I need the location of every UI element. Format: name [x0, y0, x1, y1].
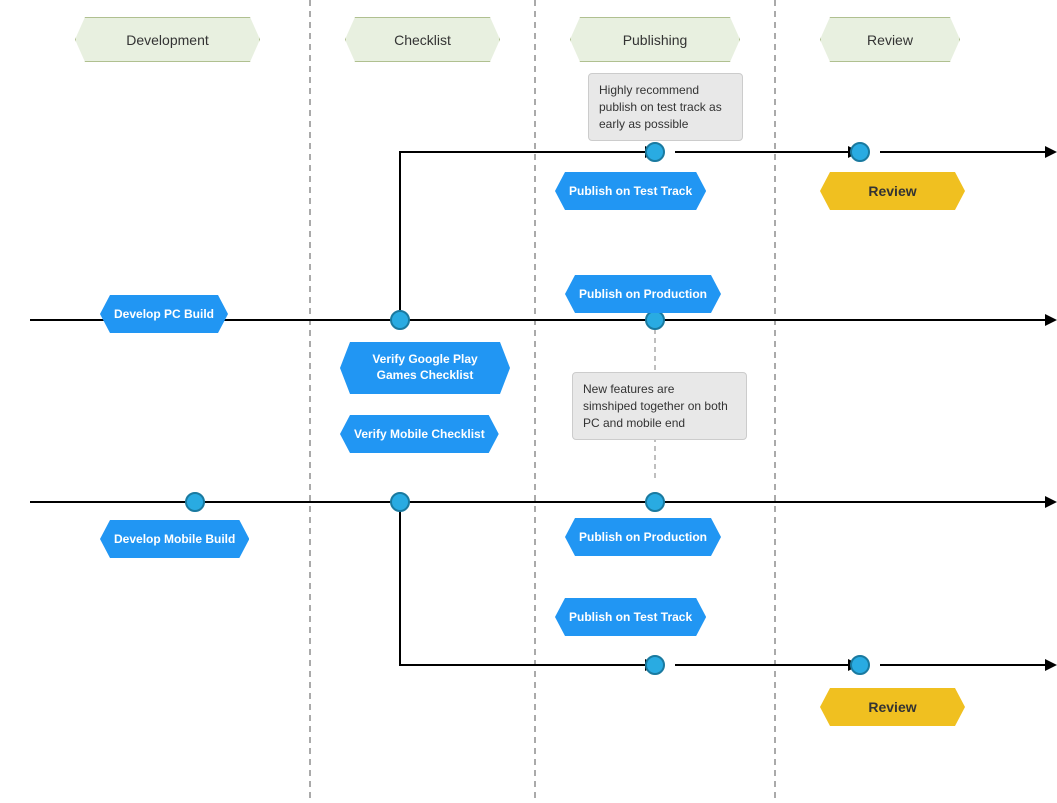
note-box-2: New features are simshiped together on b…: [572, 372, 747, 440]
node-n7: [390, 492, 410, 512]
col-header-review: Review: [820, 17, 960, 62]
develop-pc-text: Develop PC Build: [114, 307, 214, 321]
node-n4: [850, 142, 870, 162]
col-header-publishing: Publishing: [570, 17, 740, 62]
col-label-development: Development: [126, 32, 209, 48]
node-n8: [645, 492, 665, 512]
label-publish-prod-1: Publish on Production: [565, 275, 721, 313]
label-develop-mobile: Develop Mobile Build: [100, 520, 249, 558]
node-n6: [185, 492, 205, 512]
col-label-checklist: Checklist: [394, 32, 451, 48]
node-n9: [645, 655, 665, 675]
label-verify-gpg: Verify Google Play Games Checklist: [340, 342, 510, 394]
node-n2: [390, 310, 410, 330]
publish-prod-2-text: Publish on Production: [579, 530, 707, 544]
review-2-text: Review: [868, 699, 916, 715]
verify-mobile-text: Verify Mobile Checklist: [354, 427, 485, 441]
node-n3: [645, 310, 665, 330]
label-publish-test-2: Publish on Test Track: [555, 598, 706, 636]
publish-test-1-text: Publish on Test Track: [569, 184, 692, 198]
col-label-publishing: Publishing: [623, 32, 688, 48]
develop-mobile-text: Develop Mobile Build: [114, 532, 235, 546]
publish-test-2-text: Publish on Test Track: [569, 610, 692, 624]
col-header-checklist: Checklist: [345, 17, 500, 62]
label-review-2: Review: [820, 688, 965, 726]
note-text-1: Highly recommend publish on test track a…: [599, 83, 722, 131]
label-publish-test-1: Publish on Test Track: [555, 172, 706, 210]
col-header-development: Development: [75, 17, 260, 62]
verify-gpg-text: Verify Google Play Games Checklist: [372, 352, 477, 383]
label-develop-pc: Develop PC Build: [100, 295, 228, 333]
note-text-2: New features are simshiped together on b…: [583, 382, 728, 430]
review-1-text: Review: [868, 183, 916, 199]
diagram-container: Development Checklist Publishing Review …: [0, 0, 1057, 803]
label-publish-prod-2: Publish on Production: [565, 518, 721, 556]
col-label-review: Review: [867, 32, 913, 48]
label-verify-mobile: Verify Mobile Checklist: [340, 415, 499, 453]
node-n5: [645, 142, 665, 162]
note-box-1: Highly recommend publish on test track a…: [588, 73, 743, 141]
diagram-svg: [0, 0, 1057, 803]
node-n10: [850, 655, 870, 675]
publish-prod-1-text: Publish on Production: [579, 287, 707, 301]
label-review-1: Review: [820, 172, 965, 210]
